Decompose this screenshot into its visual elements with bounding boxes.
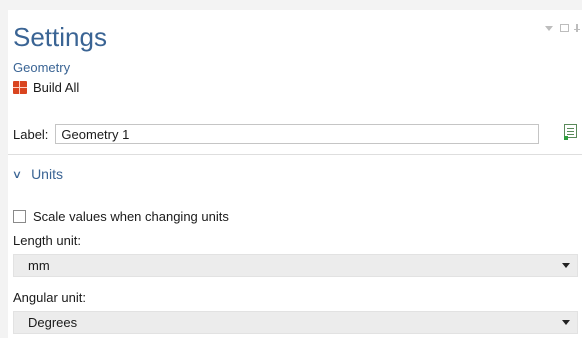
maximize-icon[interactable] — [560, 24, 569, 32]
angular-unit-value: Degrees — [28, 315, 78, 330]
build-all-button[interactable]: Build All — [13, 80, 79, 95]
angular-unit-label: Angular unit: — [13, 290, 86, 305]
label-input[interactable] — [55, 124, 540, 144]
units-section-title: Units — [31, 166, 63, 182]
pin-icon[interactable] — [574, 24, 580, 32]
label-row: Label: — [13, 124, 577, 144]
page-title: Settings — [13, 22, 107, 52]
scale-values-row: Scale values when changing units — [13, 209, 229, 224]
window-controls — [545, 24, 580, 32]
chevron-down-icon: ∨ — [11, 168, 23, 181]
length-unit-select[interactable]: mm — [13, 254, 578, 277]
angular-unit-select[interactable]: Degrees — [13, 311, 578, 334]
length-unit-label: Length unit: — [13, 233, 81, 248]
scale-values-checkbox[interactable] — [13, 210, 26, 223]
minimize-icon[interactable] — [545, 25, 553, 31]
build-all-icon — [13, 81, 27, 94]
dropdown-arrow-icon — [562, 320, 570, 325]
build-all-label: Build All — [33, 80, 80, 95]
units-section-header[interactable]: ∨ Units — [11, 166, 63, 182]
page-subtitle: Geometry — [13, 60, 71, 75]
dropdown-arrow-icon — [562, 263, 570, 268]
label-edit-button[interactable] — [561, 122, 581, 142]
settings-panel: Settings Geometry Build All Label: ∨ Uni… — [8, 10, 582, 338]
label-field-label: Label: — [13, 126, 49, 142]
scale-values-label: Scale values when changing units — [33, 209, 229, 224]
length-unit-value: mm — [28, 258, 50, 273]
divider — [8, 154, 582, 155]
